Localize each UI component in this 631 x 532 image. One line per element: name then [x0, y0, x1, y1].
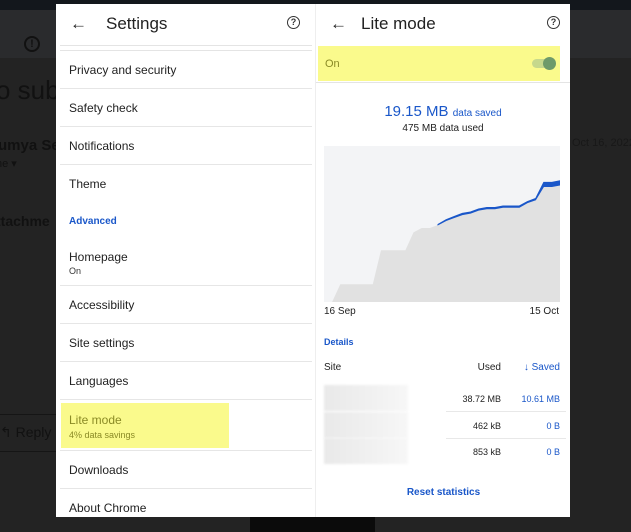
background-recipient: ne ▾ [0, 158, 17, 170]
row-saved: 0 B [546, 447, 560, 457]
site-name-blurred [324, 438, 408, 464]
x-tick-label-start: 16 Sep [324, 306, 356, 317]
section-header-label: Advanced [69, 216, 117, 227]
section-header-advanced: Advanced [56, 202, 316, 237]
settings-item-label: Downloads [69, 463, 129, 477]
settings-item-label: Homepage [69, 250, 128, 264]
toggle-switch[interactable] [543, 57, 556, 70]
settings-item-notifications[interactable]: Notifications [56, 127, 316, 164]
lite-mode-toggle-row[interactable]: On [318, 46, 560, 81]
details-header: Details [324, 337, 354, 347]
reset-statistics-button[interactable]: Reset statistics [316, 487, 570, 498]
help-icon[interactable]: ? [287, 16, 300, 29]
background-bottom-bar [250, 517, 375, 532]
back-arrow-icon[interactable]: ← [330, 14, 347, 34]
settings-item-accessibility[interactable]: Accessibility [56, 286, 316, 323]
settings-item-label: About Chrome [69, 501, 147, 515]
column-saved-sort[interactable]: ↓ Saved [524, 362, 560, 373]
site-table-header: Site Used ↓ Saved [316, 362, 570, 376]
site-table-row[interactable]: 462 kB 0 B [316, 412, 570, 438]
data-saved-suffix: data saved [452, 108, 502, 119]
column-used[interactable]: Used [478, 362, 501, 373]
settings-item-label: Accessibility [69, 298, 135, 312]
row-used: 853 kB [472, 447, 501, 457]
settings-item-downloads[interactable]: Downloads [56, 451, 316, 488]
site-name-blurred [324, 385, 408, 411]
settings-item-label: Lite mode [69, 413, 122, 427]
settings-item-label: Safety check [69, 101, 138, 115]
settings-item-languages[interactable]: Languages [56, 362, 316, 399]
row-saved: 10.61 MB [521, 394, 560, 404]
settings-item-sublabel: On [69, 266, 82, 276]
settings-item-label: Site settings [69, 336, 135, 350]
toggle-label: On [325, 58, 340, 70]
row-used: 462 kB [472, 421, 501, 431]
settings-item-label: Theme [69, 177, 107, 191]
back-arrow-icon[interactable]: ← [70, 14, 87, 34]
settings-item-sublabel: 4% data savings [69, 430, 136, 440]
background-attachments: ttachme [0, 213, 50, 229]
background-date: Oct 16, 2022 [572, 137, 631, 149]
settings-item-theme[interactable]: Theme [56, 165, 316, 202]
settings-item-privacy[interactable]: Privacy and security [56, 51, 316, 88]
data-saved: 19.15 MB data saved [316, 103, 570, 120]
data-used: 475 MB data used [402, 123, 484, 134]
alert-icon: ! [24, 36, 40, 52]
lite-mode-app-bar: ← Lite mode ? [316, 4, 570, 44]
settings-item-site-settings[interactable]: Site settings [56, 324, 316, 361]
row-saved: 0 B [546, 421, 560, 431]
row-used: 38.72 MB [462, 394, 501, 404]
help-icon[interactable]: ? [547, 16, 560, 29]
background-reply-button: ↰ Reply [0, 424, 52, 440]
settings-item-about-chrome[interactable]: About Chrome [56, 489, 316, 517]
site-table-row[interactable]: 38.72 MB 10.61 MB [316, 385, 570, 411]
settings-item-label: Notifications [69, 139, 135, 153]
settings-item-label: Privacy and security [69, 63, 177, 77]
site-table-row[interactable]: 853 kB 0 B [316, 438, 570, 464]
settings-panel: ← Settings ? Privacy and security Safety… [56, 4, 316, 517]
background-divider [0, 451, 56, 452]
settings-item-safety-check[interactable]: Safety check [56, 89, 316, 126]
settings-app-bar: ← Settings ? [56, 4, 316, 44]
background-divider [0, 414, 56, 415]
settings-item-lite-mode[interactable]: Lite mode 4% data savings [56, 400, 316, 450]
x-tick-label-end: 15 Oct [529, 306, 559, 317]
site-name-blurred [324, 412, 408, 438]
lite-mode-title: Lite mode [361, 14, 436, 33]
lite-mode-panel: ← Lite mode ? On 19.15 MB data saved 475… [315, 4, 570, 517]
settings-item-homepage[interactable]: Homepage On [56, 237, 316, 285]
data-saved-value: 19.15 MB [384, 103, 449, 120]
column-site: Site [324, 362, 342, 373]
data-summary: 19.15 MB data saved 475 MB data used [316, 83, 570, 134]
data-usage-chart [324, 146, 560, 302]
settings-title: Settings [106, 14, 168, 33]
settings-item-label: Languages [69, 374, 129, 388]
